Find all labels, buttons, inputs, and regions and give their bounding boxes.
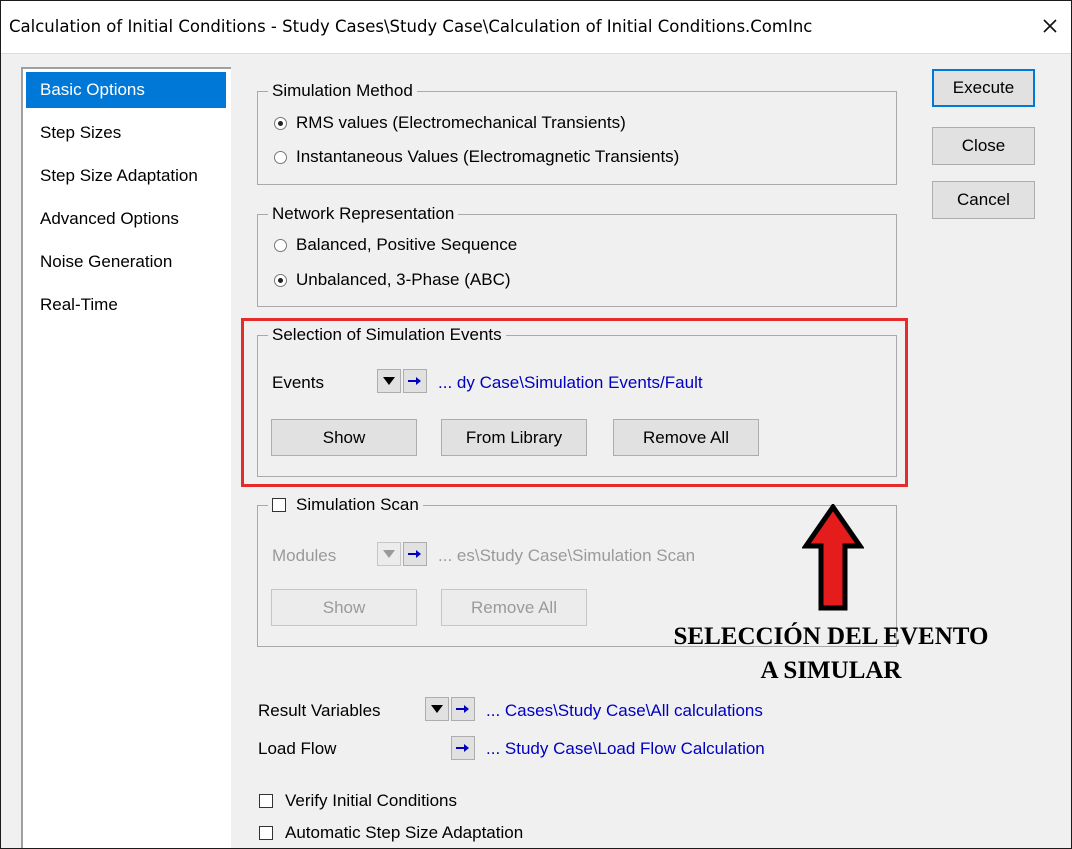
arrow-right-icon — [456, 705, 469, 713]
options-sidebar: Basic Options Step Sizes Step Size Adapt… — [21, 67, 231, 848]
load-flow-path-link[interactable]: ... Study Case\Load Flow Calculation — [486, 739, 765, 759]
radio-selected-icon — [274, 273, 287, 287]
modules-path-link[interactable]: ... es\Study Case\Simulation Scan — [438, 546, 695, 566]
scan-show-button[interactable]: Show — [271, 589, 417, 626]
result-variables-jump-button[interactable] — [451, 697, 475, 721]
annotation-line-1: SELECCIÓN DEL EVENTO — [673, 623, 989, 650]
network-representation-group: Network Representation Balanced, Positiv… — [257, 203, 897, 307]
triangle-down-icon — [431, 705, 443, 713]
radio-instantaneous-values[interactable]: Instantaneous Values (Electromagnetic Tr… — [274, 147, 679, 167]
triangle-down-icon — [383, 550, 395, 558]
verify-initial-conditions-checkbox[interactable]: Verify Initial Conditions — [259, 791, 457, 811]
result-variables-path-link[interactable]: ... Cases\Study Case\All calculations — [486, 701, 763, 721]
execute-button[interactable]: Execute — [932, 69, 1035, 107]
modules-jump-button[interactable] — [403, 542, 427, 566]
radio-rms-values[interactable]: RMS values (Electromechanical Transients… — [274, 113, 626, 133]
radio-balanced[interactable]: Balanced, Positive Sequence — [274, 235, 517, 255]
radio-label: RMS values (Electromechanical Transients… — [296, 113, 626, 132]
radio-unselected-icon — [274, 150, 287, 164]
sidebar-item-advanced-options[interactable]: Advanced Options — [26, 201, 226, 237]
simulation-method-group: Simulation Method RMS values (Electromec… — [257, 80, 897, 185]
cancel-button[interactable]: Cancel — [932, 181, 1035, 219]
arrow-right-icon — [408, 550, 421, 558]
checkbox-label: Verify Initial Conditions — [285, 791, 457, 810]
radio-unbalanced[interactable]: Unbalanced, 3-Phase (ABC) — [274, 270, 511, 290]
network-representation-title: Network Representation — [268, 203, 459, 225]
annotation-line-2: A SIMULAR — [760, 657, 902, 684]
simulation-scan-checkbox[interactable] — [272, 498, 286, 512]
window-title: Calculation of Initial Conditions - Stud… — [9, 17, 813, 36]
sidebar-item-step-size-adaptation[interactable]: Step Size Adaptation — [26, 158, 226, 194]
radio-label: Unbalanced, 3-Phase (ABC) — [296, 270, 511, 289]
up-arrow-icon — [802, 504, 864, 611]
radio-unselected-icon — [274, 238, 287, 252]
checkbox-icon — [259, 826, 273, 840]
radio-selected-icon — [274, 116, 287, 130]
scan-remove-all-button[interactable]: Remove All — [441, 589, 587, 626]
dialog-window: Calculation of Initial Conditions - Stud… — [0, 0, 1072, 849]
simulation-scan-header[interactable]: Simulation Scan — [268, 494, 423, 516]
radio-label: Instantaneous Values (Electromagnetic Tr… — [296, 147, 680, 166]
simulation-scan-title: Simulation Scan — [296, 495, 419, 514]
arrow-right-icon — [456, 744, 469, 752]
radio-label: Balanced, Positive Sequence — [296, 235, 518, 254]
load-flow-label: Load Flow — [258, 739, 337, 758]
sidebar-item-step-sizes[interactable]: Step Sizes — [26, 115, 226, 151]
simulation-method-title: Simulation Method — [268, 80, 417, 102]
modules-dropdown-button[interactable] — [377, 542, 401, 566]
close-button[interactable]: Close — [932, 127, 1035, 165]
modules-label: Modules — [272, 546, 337, 565]
events-highlight-box — [241, 318, 908, 487]
result-variables-label: Result Variables — [258, 701, 381, 720]
load-flow-jump-button[interactable] — [451, 736, 475, 760]
checkbox-icon — [259, 794, 273, 808]
sidebar-item-noise-generation[interactable]: Noise Generation — [26, 244, 226, 280]
sidebar-item-basic-options[interactable]: Basic Options — [26, 72, 226, 108]
result-variables-dropdown-button[interactable] — [425, 697, 449, 721]
automatic-step-size-adaptation-checkbox[interactable]: Automatic Step Size Adaptation — [259, 823, 523, 843]
sidebar-item-real-time[interactable]: Real-Time — [26, 287, 226, 323]
close-icon[interactable] — [1035, 11, 1065, 41]
title-bar: Calculation of Initial Conditions - Stud… — [1, 1, 1071, 54]
checkbox-label: Automatic Step Size Adaptation — [285, 823, 524, 842]
